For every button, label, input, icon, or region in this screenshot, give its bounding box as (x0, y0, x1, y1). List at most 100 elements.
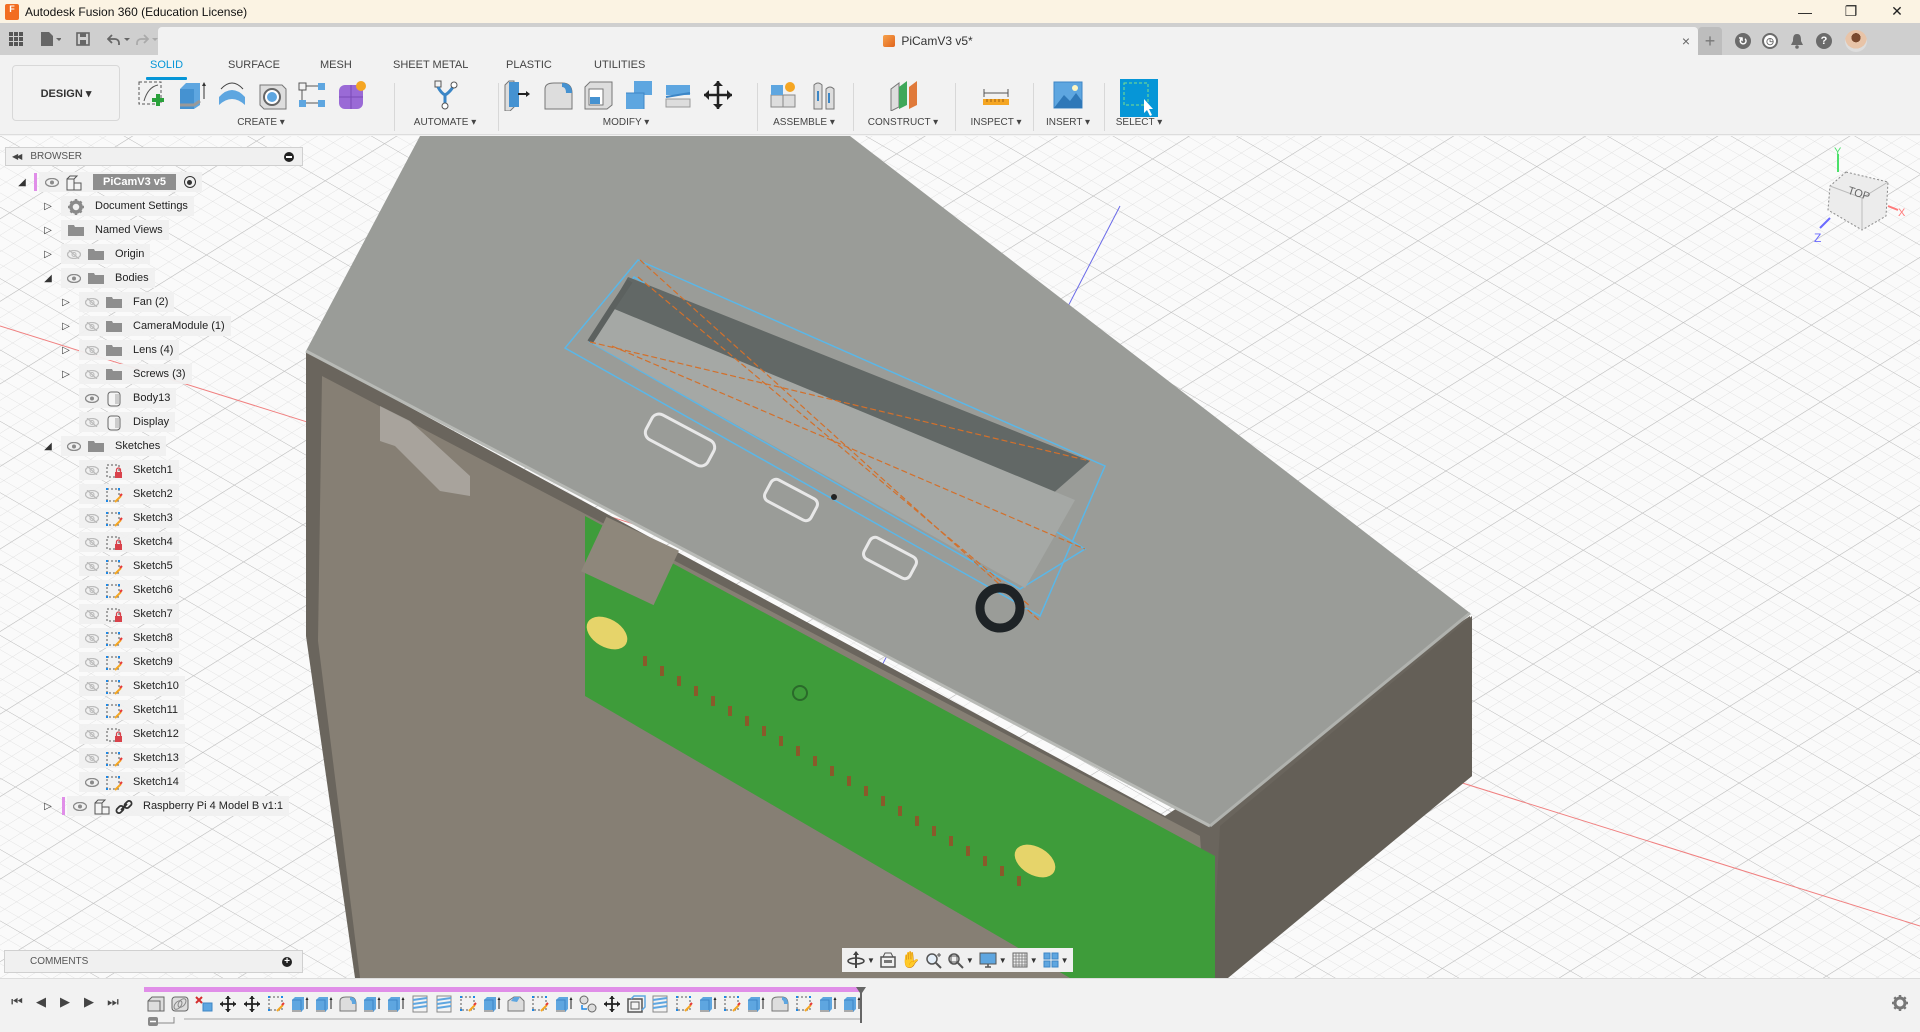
timeline-feature-component-icon[interactable] (144, 994, 168, 1014)
hole-icon[interactable] (256, 79, 288, 111)
visibility-eye-icon[interactable] (85, 681, 99, 691)
timeline-feature-sketch-icon[interactable] (528, 994, 552, 1014)
timeline-feature-thread-icon[interactable] (432, 994, 456, 1014)
insert-menu[interactable]: INSERT ▾ (1038, 117, 1098, 128)
visibility-eye-icon[interactable] (85, 537, 99, 547)
activate-radio-icon[interactable] (183, 176, 196, 188)
rectangular-pattern-icon[interactable] (296, 79, 328, 111)
visibility-eye-icon[interactable] (85, 393, 99, 403)
tab-utilities[interactable]: UTILITIES (594, 59, 645, 77)
browser-node-sketch5[interactable]: Sketch5 (5, 554, 303, 578)
browser-node-sketch3[interactable]: Sketch3 (5, 506, 303, 530)
visibility-eye-icon[interactable] (85, 705, 99, 715)
joint-icon[interactable] (808, 79, 840, 111)
expand-arrow-icon[interactable]: ▷ (61, 368, 71, 380)
viewports-icon[interactable]: ▼ (1042, 949, 1069, 971)
assemble-menu[interactable]: ASSEMBLE ▾ (762, 117, 846, 128)
browser-node-sketch11[interactable]: Sketch11 (5, 698, 303, 722)
measure-icon[interactable] (980, 79, 1012, 111)
extrude-icon[interactable] (176, 79, 208, 111)
browser-node-body13[interactable]: Body13 (5, 386, 303, 410)
select-menu[interactable]: SELECT ▾ (1108, 117, 1170, 128)
timeline-feature-move-icon[interactable] (240, 994, 264, 1014)
create-form-icon[interactable] (336, 79, 368, 111)
browser-node-cameramodule-1[interactable]: ▷ CameraModule (1) (5, 314, 303, 338)
restore-button[interactable]: ❐ (1828, 0, 1874, 23)
visibility-eye-icon[interactable] (85, 657, 99, 667)
browser-node-sketches[interactable]: ◢ Sketches (5, 434, 303, 458)
collapse-arrow-icon[interactable]: ◢ (43, 440, 53, 452)
timeline-feature-delete-icon[interactable] (192, 994, 216, 1014)
browser-node-sketch4[interactable]: Sketch4 (5, 530, 303, 554)
shell-icon[interactable] (582, 79, 614, 111)
orbit-icon[interactable]: ▼ (846, 949, 875, 971)
timeline-feature-fillet-icon[interactable] (336, 994, 360, 1014)
collapse-panel-icon[interactable]: ◀◀ (12, 152, 22, 161)
look-at-icon[interactable] (879, 949, 897, 971)
expand-arrow-icon[interactable]: ▷ (43, 200, 53, 212)
grid-snaps-icon[interactable]: ▼ (1011, 949, 1038, 971)
new-component-icon[interactable] (768, 79, 800, 111)
file-menu-button[interactable] (40, 27, 62, 51)
expand-arrow-icon[interactable]: ▷ (61, 344, 71, 356)
create-menu[interactable]: CREATE ▾ (136, 117, 386, 128)
minimize-panel-icon[interactable] (284, 152, 294, 162)
visibility-eye-icon[interactable] (85, 297, 99, 307)
visibility-eye-icon[interactable] (67, 249, 81, 259)
viewcube[interactable]: TOP Y X Z (1808, 146, 1908, 246)
browser-node-named-views[interactable]: ▷ Named Views (5, 218, 303, 242)
extensions-icon[interactable]: ↻ (1732, 30, 1754, 52)
timeline-feature-extrude-icon[interactable] (696, 994, 720, 1014)
browser-node-sketch13[interactable]: Sketch13 (5, 746, 303, 770)
visibility-eye-icon[interactable] (67, 273, 81, 283)
press-pull-icon[interactable] (502, 79, 534, 112)
tab-plastic[interactable]: PLASTIC (506, 59, 552, 77)
fillet-icon[interactable] (542, 79, 574, 111)
visibility-eye-icon[interactable] (85, 489, 99, 499)
combine-icon[interactable] (622, 79, 654, 111)
minimize-button[interactable]: — (1782, 0, 1828, 23)
browser-node-sketch9[interactable]: Sketch9 (5, 650, 303, 674)
visibility-eye-icon[interactable] (85, 777, 99, 787)
create-sketch-icon[interactable] (136, 79, 168, 111)
visibility-eye-icon[interactable] (85, 561, 99, 571)
tab-solid[interactable]: SOLID (145, 59, 188, 80)
go-to-start-button[interactable]: ⏮ (8, 993, 26, 1011)
browser-node-sketch7[interactable]: Sketch7 (5, 602, 303, 626)
add-comment-icon[interactable]: + (282, 957, 292, 967)
new-tab-button[interactable]: + (1698, 27, 1722, 55)
fit-icon[interactable]: ▼ (947, 949, 974, 971)
browser-node-sketch8[interactable]: Sketch8 (5, 626, 303, 650)
inspect-menu[interactable]: INSPECT ▾ (960, 117, 1032, 128)
browser-node-sketch2[interactable]: Sketch2 (5, 482, 303, 506)
pan-icon[interactable]: ✋ (901, 949, 921, 971)
undo-icon[interactable] (107, 27, 131, 51)
timeline-feature-extrude-icon[interactable] (480, 994, 504, 1014)
step-forward-button[interactable]: ▶ (80, 993, 98, 1011)
expand-arrow-icon[interactable]: ▷ (43, 248, 53, 260)
timeline-feature-align-icon[interactable] (576, 994, 600, 1014)
tab-sheet-metal[interactable]: SHEET METAL (393, 59, 468, 77)
browser-node-sketch14[interactable]: Sketch14 (5, 770, 303, 794)
browser-node-display[interactable]: Display (5, 410, 303, 434)
browser-node-sketch6[interactable]: Sketch6 (5, 578, 303, 602)
timeline-feature-extrude-icon[interactable] (816, 994, 840, 1014)
expand-arrow-icon[interactable]: ▷ (43, 800, 53, 812)
timeline-feature-fillet-icon[interactable] (768, 994, 792, 1014)
visibility-eye-icon[interactable] (73, 801, 87, 811)
collapse-arrow-icon[interactable]: ◢ (17, 176, 27, 188)
tab-surface[interactable]: SURFACE (228, 59, 280, 77)
timeline-feature-sketch-icon[interactable] (720, 994, 744, 1014)
help-icon[interactable]: ? (1813, 30, 1835, 52)
timeline-feature-extrude-icon[interactable] (288, 994, 312, 1014)
visibility-eye-icon[interactable] (85, 609, 99, 619)
visibility-eye-icon[interactable] (85, 513, 99, 523)
timeline-feature-extrude-icon[interactable] (312, 994, 336, 1014)
workspace-switcher[interactable]: DESIGN ▾ (12, 65, 120, 121)
redo-icon[interactable] (135, 27, 158, 51)
timeline-feature-extrude-icon[interactable] (744, 994, 768, 1014)
move-copy-icon[interactable] (702, 79, 734, 111)
display-settings-icon[interactable]: ▼ (978, 949, 1007, 971)
visibility-eye-icon[interactable] (67, 441, 81, 451)
browser-node-fan-2[interactable]: ▷ Fan (2) (5, 290, 303, 314)
